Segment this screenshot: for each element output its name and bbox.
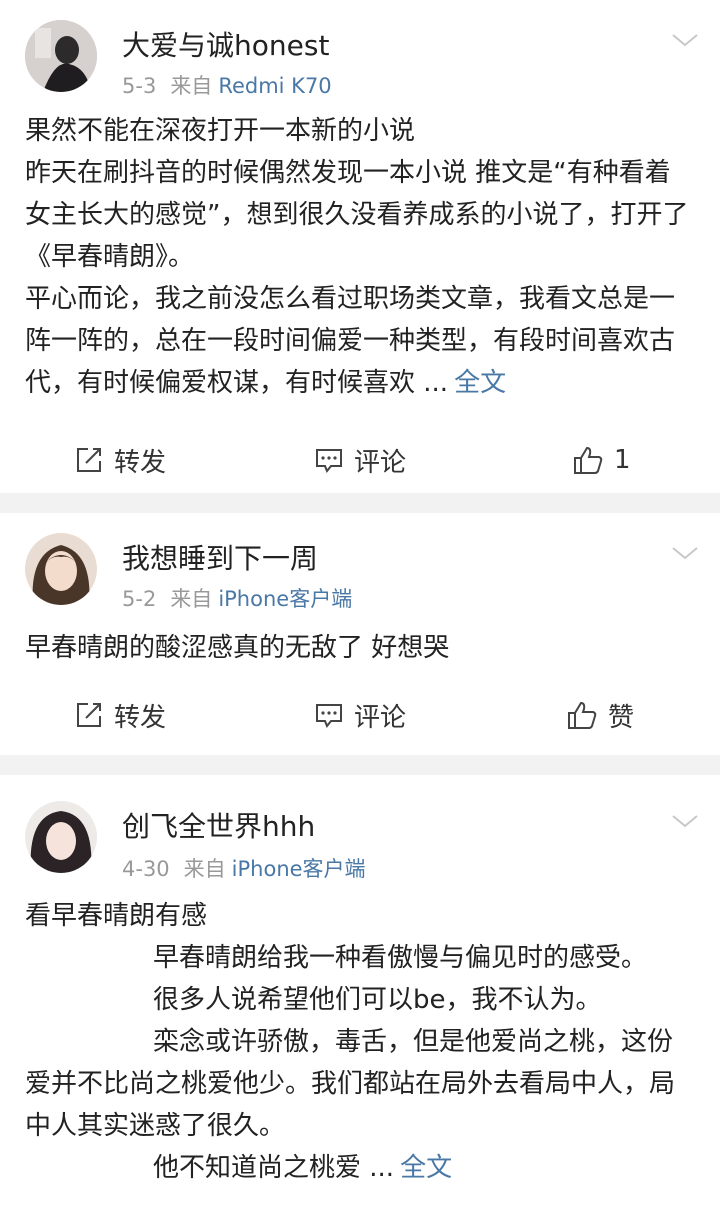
thumbs-up-icon <box>574 446 603 474</box>
action-bar: 转发 评论 赞 <box>0 691 720 739</box>
post-paragraph: 看早春晴朗有感 <box>25 901 208 931</box>
chevron-down-icon[interactable] <box>670 543 700 563</box>
repost-label: 转发 <box>114 447 167 478</box>
post-paragraph: 昨天在刷抖音的时候偶然发现一本小说 推文是“有种看着女主长大的感觉”，想到很久没… <box>25 158 689 272</box>
post-paragraph: 很多人说希望他们可以be，我不认为。 <box>153 985 602 1015</box>
post-text: 早春晴朗的酸涩感真的无敌了 好想哭 <box>25 627 696 669</box>
post-paragraph: 果然不能在深夜打开一本新的小说 <box>25 116 416 146</box>
full-text-link[interactable]: 全文 <box>454 368 506 398</box>
post-card: 创飞全世界hhh 4-30 来自 iPhone客户端 看早春晴朗有感 早春晴朗给我一… <box>0 775 720 1218</box>
repost-icon <box>77 448 101 472</box>
chevron-down-icon[interactable] <box>670 811 700 831</box>
from-label: 来自 <box>170 74 213 98</box>
post-paragraph-text: 平心而论，我之前没怎么看过职场类文章，我看文总是一阵一阵的，总在一段时间偏爱一种… <box>25 284 676 398</box>
post-paragraph: 他不知道尚之桃爱 ... 全文 <box>25 1147 696 1189</box>
like-button[interactable]: 1 <box>572 436 631 484</box>
repost-button[interactable]: 转发 <box>74 436 166 484</box>
comment-button[interactable]: 评论 <box>314 436 406 484</box>
repost-icon <box>77 703 101 727</box>
post-paragraph-text: 他不知道尚之桃爱 ... <box>153 1153 395 1183</box>
repost-button[interactable]: 转发 <box>74 691 166 739</box>
full-text-link[interactable]: 全文 <box>400 1153 452 1183</box>
post-date: 5-2 <box>122 587 157 611</box>
post-meta: 4-30 来自 iPhone客户端 <box>122 853 366 883</box>
repost-label: 转发 <box>114 702 167 733</box>
action-bar: 转发 评论 1 <box>0 436 720 484</box>
like-label: 赞 <box>608 702 635 733</box>
post-text: 果然不能在深夜打开一本新的小说 昨天在刷抖音的时候偶然发现一本小说 推文是“有种… <box>25 110 696 404</box>
comment-button[interactable]: 评论 <box>314 691 406 739</box>
post-paragraph: 早春晴朗给我一种看傲慢与偏见时的感受。 <box>153 943 648 973</box>
separator <box>0 755 720 775</box>
username[interactable]: 大爱与诚honest <box>122 24 329 64</box>
post-date: 4-30 <box>122 857 170 881</box>
post-card: 我想睡到下一周 5-2 来自 iPhone客户端 早春晴朗的酸涩感真的无敌了 好想哭… <box>0 513 720 755</box>
post-paragraph: 栾念或许骄傲，毒舌，但是他爱尚之桃，这份爱并不比尚之桃爱他少。我们都站在局外去看… <box>25 1027 676 1141</box>
avatar[interactable] <box>25 533 97 605</box>
username[interactable]: 我想睡到下一周 <box>122 537 318 577</box>
like-count: 1 <box>614 445 631 475</box>
post-meta: 5-3 来自 Redmi K70 <box>122 70 332 100</box>
separator <box>0 493 720 513</box>
chevron-down-icon[interactable] <box>670 30 700 50</box>
username[interactable]: 创飞全世界hhh <box>122 805 315 845</box>
like-button[interactable]: 赞 <box>566 691 634 739</box>
avatar[interactable] <box>25 801 97 873</box>
post-paragraph: 早春晴朗的酸涩感真的无敌了 好想哭 <box>25 633 450 663</box>
comment-label: 评论 <box>354 447 407 478</box>
post-source[interactable]: iPhone客户端 <box>218 587 352 611</box>
comment-label: 评论 <box>354 702 407 733</box>
post-date: 5-3 <box>122 74 157 98</box>
comment-icon <box>316 449 342 473</box>
post-text: 看早春晴朗有感 早春晴朗给我一种看傲慢与偏见时的感受。 很多人说希望他们可以be… <box>25 895 696 1189</box>
post-source[interactable]: iPhone客户端 <box>232 857 366 881</box>
post-source[interactable]: Redmi K70 <box>218 74 331 98</box>
comment-icon <box>316 704 342 728</box>
from-label: 来自 <box>183 857 226 881</box>
post-paragraph: 平心而论，我之前没怎么看过职场类文章，我看文总是一阵一阵的，总在一段时间偏爱一种… <box>25 278 696 404</box>
post-card: 大爱与诚honest 5-3 来自 Redmi K70 果然不能在深夜打开一本新的小… <box>0 0 720 493</box>
from-label: 来自 <box>170 587 213 611</box>
post-meta: 5-2 来自 iPhone客户端 <box>122 583 352 613</box>
avatar[interactable] <box>25 20 97 92</box>
thumbs-up-icon <box>568 701 597 729</box>
